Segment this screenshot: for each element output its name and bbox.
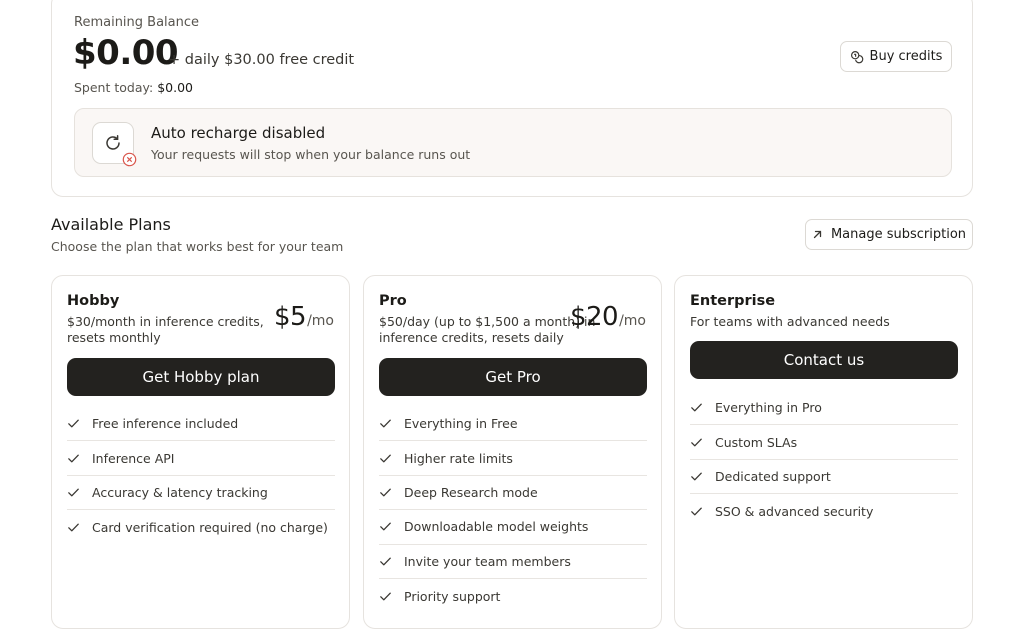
feature-label: Card verification required (no charge)	[92, 519, 328, 535]
feature-item: Higher rate limits	[379, 441, 647, 476]
plan-description: For teams with advanced needs	[690, 314, 890, 329]
feature-item: Accuracy & latency tracking	[67, 476, 335, 511]
check-icon	[68, 454, 79, 463]
plan-card-enterprise: Enterprise For teams with advanced needs…	[674, 275, 973, 629]
feature-label: SSO & advanced security	[715, 503, 874, 519]
plan-card-hobby: Hobby $30/month in inference credits, re…	[51, 275, 350, 629]
check-icon	[380, 419, 391, 428]
balance-label: Remaining Balance	[74, 15, 200, 30]
plan-name: Enterprise	[690, 293, 776, 309]
feature-item: Deep Research mode	[379, 476, 647, 511]
feature-item: Dedicated support	[690, 460, 958, 495]
check-icon	[380, 454, 391, 463]
contact-us-button[interactable]: Contact us	[690, 341, 958, 379]
feature-item: Free inference included	[67, 407, 335, 442]
plan-name: Hobby	[67, 293, 120, 309]
feature-item: Invite your team members	[379, 545, 647, 579]
manage-subscription-button[interactable]: Manage subscription	[805, 219, 973, 250]
check-icon	[691, 507, 702, 516]
arrow-up-right-icon	[813, 230, 822, 239]
check-icon	[380, 522, 391, 531]
feature-label: Custom SLAs	[715, 434, 798, 450]
balance-card: Remaining Balance $0.00 + daily $30.00 f…	[51, 0, 973, 197]
spent-today: Spent today: $0.00	[74, 80, 193, 95]
feature-list: Everything in Pro Custom SLAs Dedicated …	[690, 391, 958, 529]
check-icon	[691, 472, 702, 481]
feature-item: Everything in Free	[379, 407, 647, 442]
price-amount: $20	[569, 302, 619, 332]
feature-list: Everything in Free Higher rate limits De…	[379, 407, 647, 613]
feature-label: Accuracy & latency tracking	[92, 484, 268, 500]
spent-today-value: $0.00	[157, 80, 193, 95]
coins-icon	[850, 50, 863, 63]
check-icon	[691, 403, 702, 412]
plan-description: $30/month in inference credits, resets m…	[67, 314, 264, 345]
feature-label: Deep Research mode	[404, 484, 538, 500]
feature-item: Priority support	[379, 579, 647, 613]
feature-label: Downloadable model weights	[404, 519, 589, 535]
plan-price: $5 /mo	[274, 302, 334, 332]
plan-name: Pro	[379, 293, 407, 309]
feature-label: Everything in Free	[404, 416, 518, 432]
check-icon	[68, 419, 79, 428]
feature-item: Everything in Pro	[690, 391, 958, 426]
price-unit: /mo	[307, 313, 334, 329]
feature-item: Card verification required (no charge)	[67, 510, 335, 544]
feature-item: Inference API	[67, 441, 335, 476]
feature-list: Free inference included Inference API Ac…	[67, 407, 335, 545]
check-icon	[380, 488, 391, 497]
auto-recharge-subtitle: Your requests will stop when your balanc…	[151, 147, 471, 162]
manage-subscription-label: Manage subscription	[830, 227, 967, 242]
check-icon	[691, 438, 702, 447]
free-credit-note: + daily $30.00 free credit	[168, 52, 355, 68]
feature-label: Invite your team members	[404, 553, 571, 569]
buy-credits-label: Buy credits	[869, 49, 943, 64]
check-icon	[68, 488, 79, 497]
get-pro-button[interactable]: Get Pro	[379, 358, 647, 396]
check-icon	[68, 523, 79, 532]
auto-recharge-title: Auto recharge disabled	[151, 124, 326, 142]
feature-item: Downloadable model weights	[379, 510, 647, 545]
buy-credits-button[interactable]: Buy credits	[840, 41, 952, 72]
x-circle-icon	[122, 152, 137, 167]
check-icon	[380, 557, 391, 566]
feature-label: Inference API	[92, 450, 175, 466]
price-unit: /mo	[619, 313, 646, 329]
plans-title: Available Plans	[51, 215, 171, 234]
auto-recharge-banner: Auto recharge disabled Your requests wil…	[74, 108, 952, 177]
plan-card-pro: Pro $50/day (up to $1,500 a month) in in…	[363, 275, 662, 629]
balance-amount: $0.00	[73, 33, 179, 73]
plan-price: $20 /mo	[570, 302, 646, 332]
feature-item: SSO & advanced security	[690, 494, 958, 528]
feature-label: Everything in Pro	[715, 400, 822, 416]
price-amount: $5	[273, 302, 307, 332]
plans-subtitle: Choose the plan that works best for your…	[51, 239, 344, 254]
feature-label: Free inference included	[92, 416, 239, 432]
feature-item: Custom SLAs	[690, 425, 958, 460]
get-hobby-plan-button[interactable]: Get Hobby plan	[67, 358, 335, 396]
feature-label: Higher rate limits	[404, 450, 513, 466]
feature-label: Dedicated support	[715, 468, 831, 484]
check-icon	[380, 592, 391, 601]
feature-label: Priority support	[404, 588, 501, 604]
spent-today-label: Spent today:	[74, 80, 154, 95]
